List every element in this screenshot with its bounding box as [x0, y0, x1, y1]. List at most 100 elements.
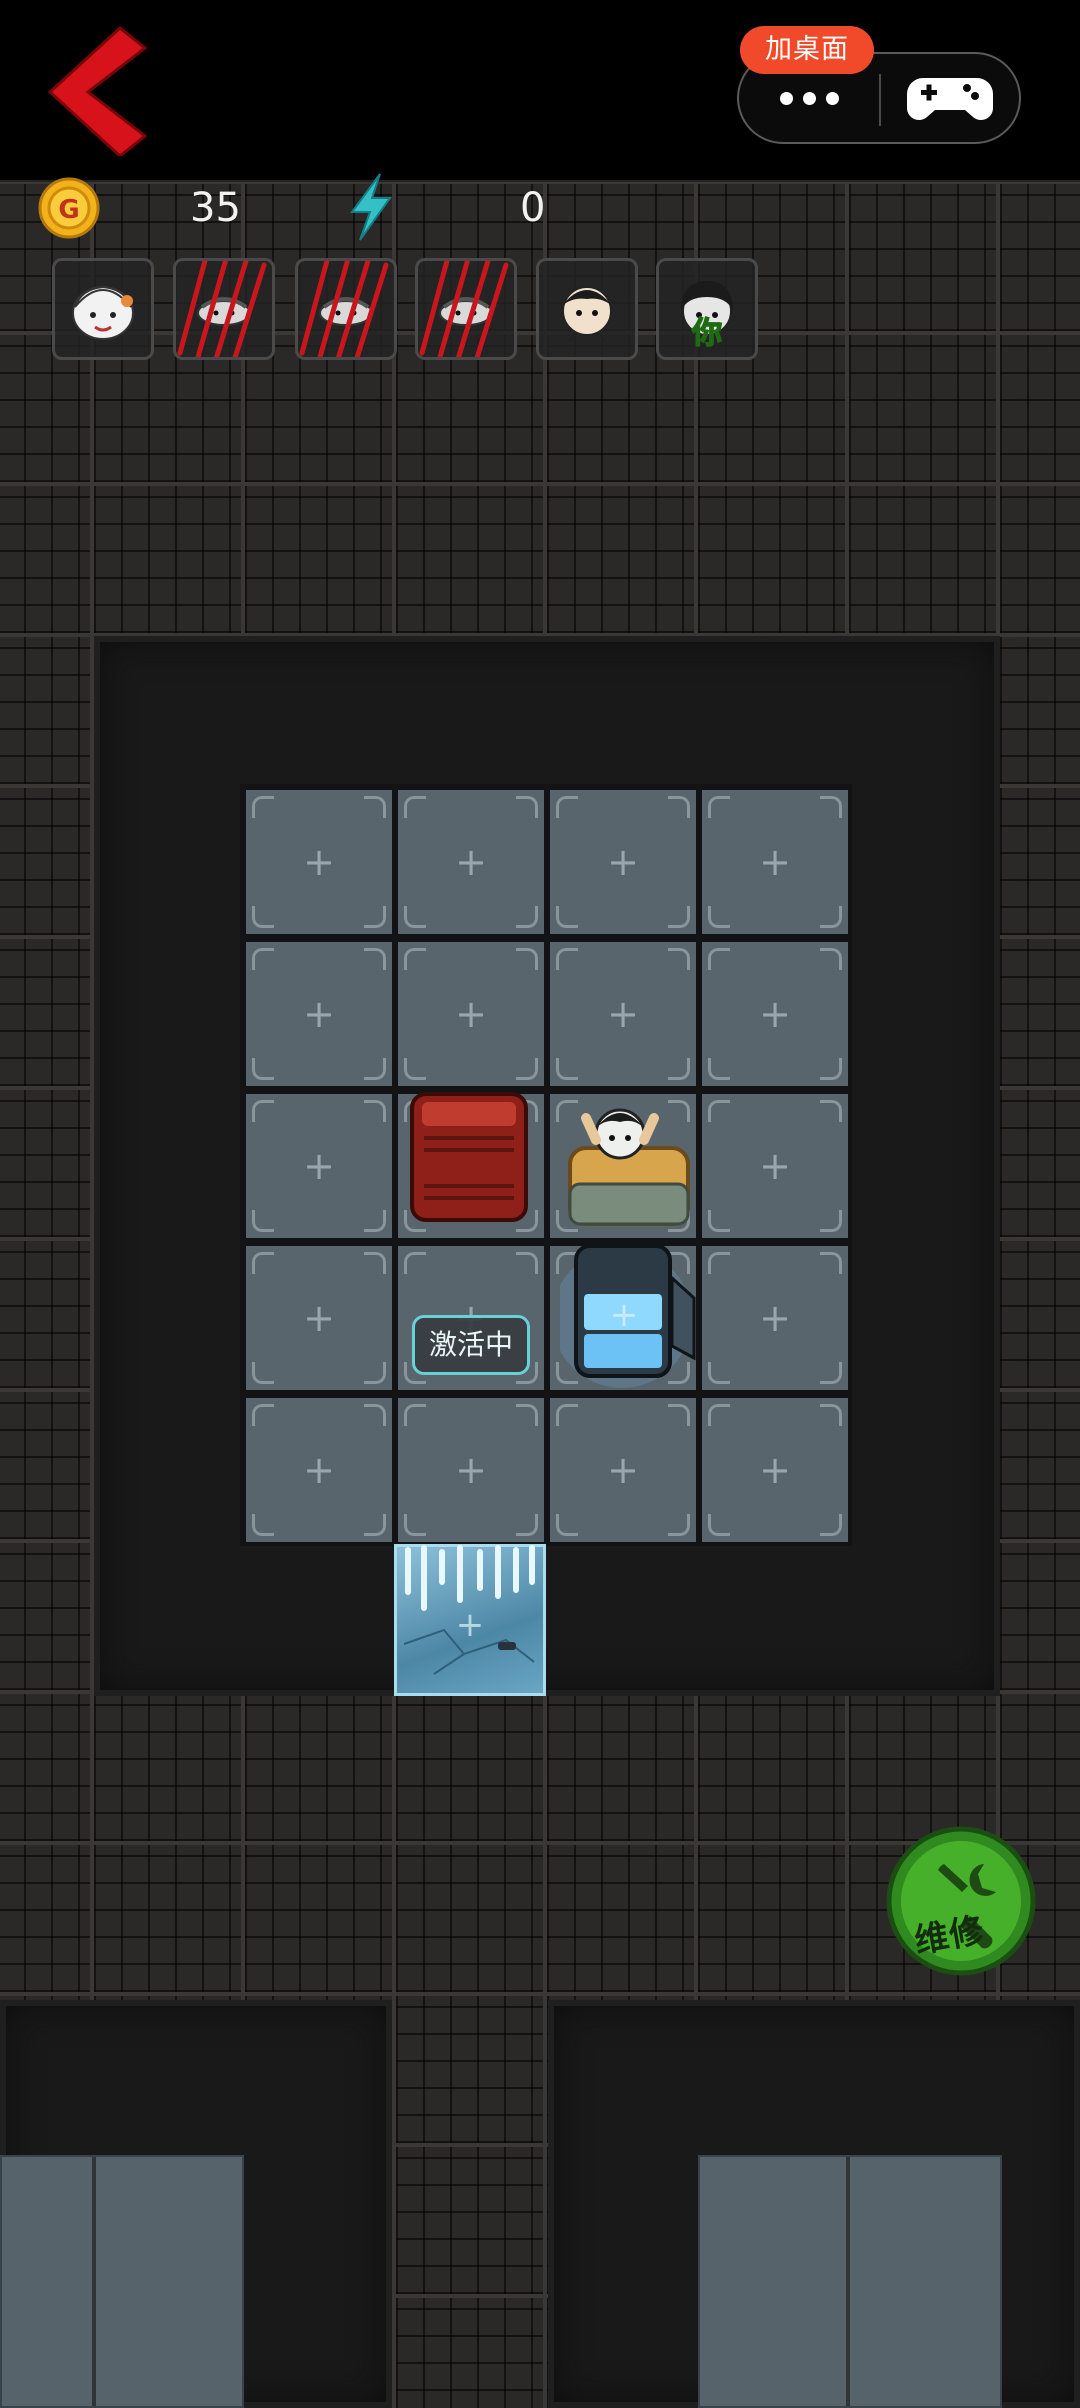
floor-tile — [0, 1239, 92, 1390]
dad-avatar-icon — [177, 261, 267, 357]
build-slot-cell[interactable]: + — [246, 1398, 392, 1542]
floor-tile — [998, 1390, 1080, 1541]
character-slot[interactable] — [295, 258, 397, 360]
floor-tile — [0, 1390, 92, 1541]
ghost-avatar-icon — [419, 261, 509, 357]
player-avatar-icon: 你 — [681, 281, 733, 352]
plus-icon: + — [759, 1296, 791, 1340]
floor-tile — [394, 2296, 545, 2408]
floor-tile — [92, 484, 243, 635]
floor-tile — [998, 1692, 1080, 1843]
floor-tile — [847, 333, 998, 484]
plus-icon: + — [455, 840, 487, 884]
floor-tile — [394, 1994, 545, 2145]
floor-tile — [998, 484, 1080, 635]
plus-icon: + — [303, 1144, 335, 1188]
build-slot-cell[interactable]: + — [246, 790, 392, 934]
plus-icon: + — [303, 840, 335, 884]
build-slot-cell[interactable]: + — [246, 942, 392, 1086]
floor-tile — [696, 484, 847, 635]
plus-icon: + — [759, 1448, 791, 1492]
character-slot[interactable] — [415, 258, 517, 360]
floor-tile — [0, 1541, 92, 1692]
mom-avatar-icon — [299, 261, 389, 357]
build-slot-cell[interactable]: + — [702, 1094, 848, 1238]
build-slot-cell[interactable]: + — [246, 1094, 392, 1238]
floor-tile — [0, 635, 92, 786]
build-slot-cell[interactable]: + — [702, 1246, 848, 1390]
dot-icon — [802, 91, 816, 105]
energy-bolt-icon — [350, 173, 392, 241]
floor-tile — [847, 182, 998, 333]
build-slot-cell[interactable]: + — [550, 1398, 696, 1542]
build-slot-cell[interactable]: + — [398, 942, 544, 1086]
lower-right-room-floor — [698, 2155, 1002, 2408]
top-bar: 加桌面 — [0, 0, 1080, 180]
floor-tile — [545, 1843, 696, 1994]
build-slot-cell[interactable]: + — [702, 1398, 848, 1542]
build-slot-cell[interactable]: + — [246, 1246, 392, 1390]
floor-tile — [394, 484, 545, 635]
floor-tile — [92, 1692, 243, 1843]
character-slot[interactable] — [173, 258, 275, 360]
plus-icon: + — [607, 840, 639, 884]
ice-cracks-icon: + — [403, 1545, 535, 1675]
character-slot[interactable] — [536, 258, 638, 360]
floor-tile — [998, 1088, 1080, 1239]
generator-icon[interactable] — [404, 1088, 534, 1228]
build-slot-cell[interactable]: + — [550, 942, 696, 1086]
build-slot-cell[interactable]: + — [702, 942, 848, 1086]
plus-icon: + — [759, 840, 791, 884]
gamepad-icon[interactable] — [881, 54, 1019, 142]
dot-icon — [825, 91, 839, 105]
frozen-door[interactable]: + — [394, 1544, 546, 1696]
floor-tile — [243, 1843, 394, 1994]
floor-tile — [998, 1541, 1080, 1692]
floor-tile — [847, 484, 998, 635]
floor-tile — [0, 1692, 92, 1843]
build-slot-cell[interactable]: + — [398, 790, 544, 934]
build-slot-cell[interactable]: + — [550, 790, 696, 934]
coin-count: 35 — [190, 185, 241, 231]
ice-cabinet-icon[interactable]: + — [560, 1238, 710, 1388]
character-slot[interactable]: 你 — [656, 258, 758, 360]
you-badge: 你 — [691, 316, 722, 351]
add-to-desktop-button[interactable]: 加桌面 — [740, 26, 874, 74]
build-slot-cell[interactable]: + — [702, 790, 848, 934]
floor-tile — [998, 1239, 1080, 1390]
character-slot[interactable] — [52, 258, 154, 360]
floor-tile — [0, 1088, 92, 1239]
floor-tile — [394, 1843, 545, 1994]
floor-tile — [243, 484, 394, 635]
back-arrow-icon[interactable] — [40, 26, 150, 156]
floor-tile — [545, 484, 696, 635]
dot-icon — [779, 91, 793, 105]
energy-count: 0 — [520, 185, 546, 231]
floor-tile — [998, 182, 1080, 333]
floor-tile — [0, 937, 92, 1088]
floor-tile — [998, 333, 1080, 484]
floor-tile — [998, 786, 1080, 937]
build-slot-cell[interactable]: + — [398, 1398, 544, 1542]
floor-tile — [545, 1692, 696, 1843]
floor-tile — [0, 1843, 92, 1994]
plus-icon: + — [303, 1448, 335, 1492]
bed-with-girl-icon[interactable] — [556, 1088, 702, 1232]
plus-icon: + — [303, 1296, 335, 1340]
floor-tile — [696, 1692, 847, 1843]
plus-icon: + — [455, 992, 487, 1036]
plus-icon: + — [759, 992, 791, 1036]
floor-tile — [92, 1843, 243, 1994]
floor-tile — [243, 1692, 394, 1843]
svg-text:G: G — [58, 195, 79, 225]
plus-icon: + — [607, 1448, 639, 1492]
floor-tile — [696, 1843, 847, 1994]
floor-tile — [847, 1692, 998, 1843]
game-map: ++++++++++++++++++++ + 激活中 + — [0, 180, 1080, 2408]
plus-icon: + — [607, 992, 639, 1036]
floor-tile — [998, 635, 1080, 786]
floor-tile — [0, 786, 92, 937]
active-status-label: 激活中 — [412, 1315, 530, 1375]
svg-text:+: + — [456, 1605, 485, 1645]
svg-text:+: + — [610, 1295, 639, 1335]
